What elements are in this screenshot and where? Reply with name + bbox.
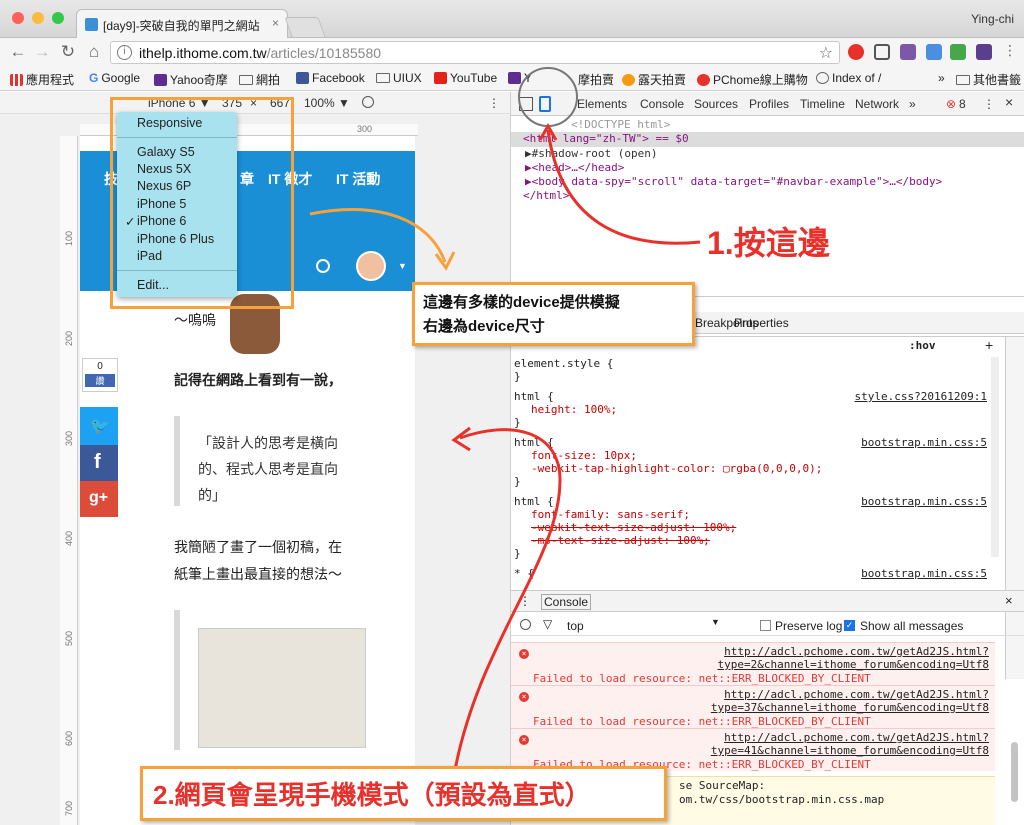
step2-callout: 2.網頁會呈現手機模式（預設為直式） [140,766,667,821]
annotation-arrows [309,122,701,771]
step1-annotation: 1.按這邊 [707,225,830,261]
orange-arrow [309,208,447,263]
device-callout: 這邊有多樣的device提供模擬 右邊為device尺寸 [412,282,695,346]
red-arrowhead-2 [451,426,471,452]
red-arrow-2 [453,428,562,771]
red-arrow-1 [546,129,701,245]
